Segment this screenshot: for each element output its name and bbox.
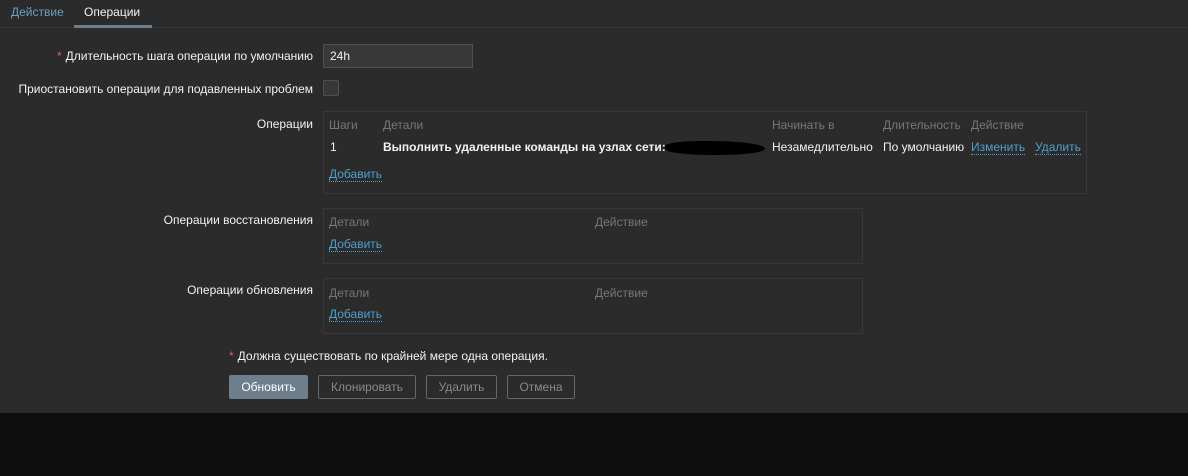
col-steps: Шаги bbox=[329, 118, 358, 132]
col-duration: Длительность bbox=[883, 118, 961, 132]
update-table bbox=[323, 278, 863, 334]
update-col-action: Действие bbox=[595, 286, 648, 300]
clone-button[interactable]: Клонировать bbox=[318, 375, 416, 399]
row-step: 1 bbox=[330, 140, 337, 154]
col-details: Детали bbox=[383, 118, 424, 132]
pause-checkbox[interactable] bbox=[323, 80, 339, 96]
required-mark: * bbox=[56, 49, 62, 63]
pause-label: Приостановить операции для подавленных п… bbox=[18, 82, 314, 96]
row-details: Выполнить удаленные команды на узлах сет… bbox=[383, 140, 666, 154]
requirement-note: * Должна существовать по крайней мере одн… bbox=[229, 349, 548, 363]
edit-link[interactable]: Изменить bbox=[971, 140, 1026, 155]
tab-operations[interactable]: Операции bbox=[84, 5, 140, 19]
delete-button[interactable]: Удалить bbox=[426, 375, 497, 399]
active-tab-indicator bbox=[74, 25, 152, 28]
step-duration-label: * Длительность шага операции по умолчанию bbox=[57, 49, 313, 63]
cancel-button[interactable]: Отмена bbox=[507, 375, 575, 399]
recovery-col-action: Действие bbox=[595, 215, 648, 229]
recovery-table bbox=[323, 208, 863, 264]
recovery-col-details: Детали bbox=[329, 215, 370, 229]
update-col-details: Детали bbox=[329, 286, 370, 300]
col-start: Начинать в bbox=[772, 118, 835, 132]
add-operation-link[interactable]: Добавить bbox=[329, 167, 383, 182]
tab-action[interactable]: Действие bbox=[11, 5, 64, 19]
step-duration-input[interactable] bbox=[323, 44, 473, 68]
update-label: Операции обновления bbox=[187, 283, 313, 297]
required-mark: * bbox=[229, 349, 234, 363]
update-button[interactable]: Обновить bbox=[229, 375, 308, 399]
row-duration: По умолчанию bbox=[883, 140, 965, 154]
delete-link[interactable]: Удалить bbox=[1035, 140, 1081, 155]
form-panel: Действие Операции * Длительность шага опе… bbox=[0, 0, 1188, 413]
requirement-note-text: Должна существовать по крайней мере одна… bbox=[237, 349, 548, 363]
recovery-label: Операции восстановления bbox=[163, 213, 313, 227]
redacted-host bbox=[665, 141, 765, 155]
operations-label: Операции bbox=[256, 117, 313, 131]
step-duration-label-text: Длительность шага операции по умолчанию bbox=[65, 49, 313, 63]
row-start: Незамедлительно bbox=[772, 140, 873, 154]
add-recovery-link[interactable]: Добавить bbox=[329, 237, 383, 252]
add-update-link[interactable]: Добавить bbox=[329, 307, 383, 322]
col-action: Действие bbox=[971, 118, 1024, 132]
tab-bar: Действие Операции bbox=[0, 0, 1188, 28]
